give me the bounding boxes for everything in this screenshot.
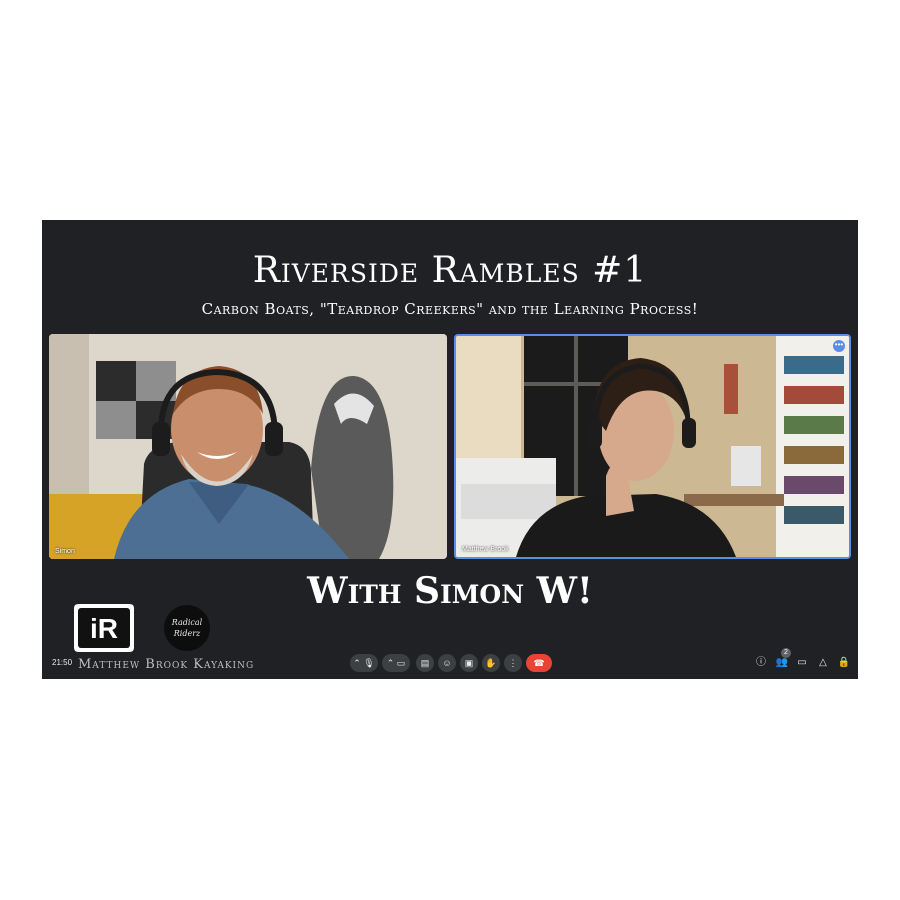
more-options-button[interactable]: ⋮ xyxy=(504,654,522,672)
page-title: Riverside Rambles #1 xyxy=(252,250,648,291)
mic-icon: ⌃ 🎙 xyxy=(353,657,375,668)
captions-button[interactable]: ▤ xyxy=(416,654,434,672)
participant-name-label: Matthew Brook xyxy=(462,546,509,553)
raise-hand-button[interactable]: ✋ xyxy=(482,654,500,672)
camera-icon: ⌃ ▭ xyxy=(386,657,406,668)
activities-icon[interactable]: △ xyxy=(816,656,830,670)
emoji-icon: ☺ xyxy=(442,658,452,668)
ir-logo: iR xyxy=(74,604,134,652)
page-subtitle: Carbon Boats, "Teardrop Creekers" and th… xyxy=(201,300,699,318)
participant-name-label: Simon xyxy=(55,548,75,555)
meeting-time: 21:50 xyxy=(52,658,73,667)
more-vert-icon: ⋮ xyxy=(508,657,518,668)
ir-logo-text: iR xyxy=(90,613,118,644)
captions-icon: ▤ xyxy=(420,657,430,668)
present-icon: ▣ xyxy=(464,657,474,668)
present-button[interactable]: ▣ xyxy=(460,654,478,672)
people-icon[interactable]: 👥 xyxy=(775,656,789,670)
chat-icon[interactable]: ▭ xyxy=(795,656,809,670)
mic-button[interactable]: ⌃ 🎙 xyxy=(350,654,378,672)
emoji-button[interactable]: ☺ xyxy=(438,654,456,672)
radical-riderz-logo: Radical Riderz xyxy=(164,605,210,651)
tile-more-options-icon[interactable]: ••• xyxy=(833,340,845,352)
participant-video-simon xyxy=(49,334,447,559)
guest-caption: With Simon W! xyxy=(307,570,593,612)
lock-icon[interactable]: 🔒 xyxy=(837,656,851,670)
participant-tile-matthew[interactable]: Matthew Brook ••• xyxy=(454,334,851,559)
brand-watermark: Matthew Brook Kayaking xyxy=(78,657,255,672)
camera-button[interactable]: ⌃ ▭ xyxy=(382,654,410,672)
end-call-button[interactable]: ☎ xyxy=(526,654,552,672)
radical-riderz-logo-text: Radical Riderz xyxy=(171,618,203,638)
meeting-frame: Riverside Rambles #1 Carbon Boats, "Tear… xyxy=(42,220,858,679)
info-icon[interactable]: ⓘ xyxy=(754,656,768,670)
raise-hand-icon: ✋ xyxy=(485,657,497,668)
participant-tile-simon[interactable]: Simon xyxy=(49,334,447,559)
end-call-icon: ☎ xyxy=(533,657,545,668)
participant-video-matthew xyxy=(456,336,849,557)
